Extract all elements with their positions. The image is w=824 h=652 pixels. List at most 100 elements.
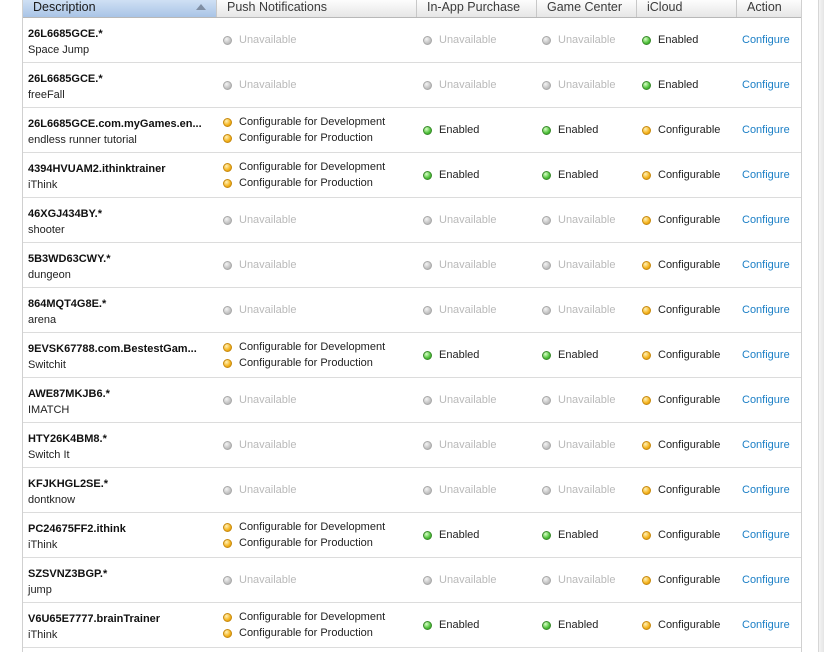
column-header-iap[interactable]: In-App Purchase [417, 0, 537, 17]
configure-link[interactable]: Configure [742, 484, 790, 496]
status-label: Unavailable [558, 394, 616, 406]
table-body: 26L6685GCE.* Space Jump Unavailable Unavail… [23, 18, 801, 648]
table-row[interactable]: 46XGJ434BY.* shooter Unavailable Unavailabl… [23, 198, 801, 243]
app-id-label: 864MQT4G8E.* [28, 298, 107, 310]
game-center-cell: Unavailable [542, 558, 638, 602]
app-id-label: 26L6685GCE.* [28, 73, 103, 85]
status-label: Unavailable [239, 214, 297, 226]
table-row[interactable]: 5B3WD63CWY.* dungeon Unavailable Unavailabl… [23, 243, 801, 288]
status-dot-icon [223, 629, 232, 638]
status-dot-icon [423, 441, 432, 450]
scrollbar[interactable] [818, 0, 824, 652]
app-id-label: 26L6685GCE.* [28, 28, 103, 40]
configure-link[interactable]: Configure [742, 304, 790, 316]
configure-link[interactable]: Configure [742, 34, 790, 46]
description-cell: KFJKHGL2SE.* dontknow [28, 468, 218, 512]
status-dot-icon [423, 261, 432, 270]
configure-link[interactable]: Configure [742, 259, 790, 271]
status-dot-icon [423, 36, 432, 45]
status-label: Enabled [439, 529, 480, 541]
status-dot-icon [542, 36, 551, 45]
table-row[interactable]: 26L6685GCE.* freeFall Unavailable Unavailab… [23, 63, 801, 108]
description-cell: 26L6685GCE.com.myGames.en... endless runn… [28, 108, 218, 152]
status-dot-icon [542, 576, 551, 585]
configure-link[interactable]: Configure [742, 79, 790, 91]
column-header-push[interactable]: Push Notifications [217, 0, 417, 17]
column-header-description[interactable]: Description [23, 0, 217, 17]
table-row[interactable]: 26L6685GCE.* Space Jump Unavailable Unavail… [23, 18, 801, 63]
app-name-label: Space Jump [28, 44, 90, 56]
app-ids-window: Description Push Notifications In-App Pu… [0, 0, 824, 652]
table-row[interactable]: 26L6685GCE.com.myGames.en... endless runn… [23, 108, 801, 153]
status-dot-icon [423, 126, 432, 135]
push-notifications-cell: Unavailable [223, 423, 421, 467]
app-name-label: Switch It [28, 449, 70, 461]
configure-link[interactable]: Configure [742, 619, 790, 631]
in-app-purchase-cell: Enabled [423, 108, 541, 152]
description-cell: PC24675FF2.ithink iThink [28, 513, 218, 557]
action-cell: Configure [742, 333, 800, 377]
description-cell: SZSVNZ3BGP.* jump [28, 558, 218, 602]
status-dot-icon [423, 306, 432, 315]
column-header-game-center[interactable]: Game Center [537, 0, 637, 17]
app-id-label: KFJKHGL2SE.* [28, 478, 109, 490]
app-name-label: arena [28, 314, 57, 326]
push-notifications-cell: Unavailable [223, 468, 421, 512]
status-label: Enabled [558, 169, 599, 181]
status-dot-icon [223, 486, 232, 495]
table-row[interactable]: HTY26K4BM8.* Switch It Unavailable Unavaila… [23, 423, 801, 468]
table-row[interactable]: 864MQT4G8E.* arena Unavailable Unavailable U… [23, 288, 801, 333]
action-cell: Configure [742, 108, 800, 152]
in-app-purchase-cell: Unavailable [423, 288, 541, 332]
app-id-label: HTY26K4BM8.* [28, 433, 107, 445]
action-cell: Configure [742, 513, 800, 557]
status-dot-icon [223, 576, 232, 585]
table-row[interactable]: 4394HVUAM2.ithinktrainer iThink Configurab… [23, 153, 801, 198]
table-row[interactable]: AWE87MKJB6.* IMATCH Unavailable Unavailable… [23, 378, 801, 423]
status-label: Unavailable [558, 439, 616, 451]
status-label: Configurable for Production [239, 627, 373, 639]
status-dot-icon [642, 126, 651, 135]
table-row[interactable]: SZSVNZ3BGP.* jump Unavailable Unavailable Un… [23, 558, 801, 603]
configure-link[interactable]: Configure [742, 529, 790, 541]
status-dot-icon [223, 539, 232, 548]
status-label: Unavailable [239, 34, 297, 46]
status-dot-icon [642, 36, 651, 45]
icloud-cell: Enabled [642, 63, 740, 107]
column-header-icloud[interactable]: iCloud [637, 0, 737, 17]
game-center-cell: Unavailable [542, 468, 638, 512]
push-notifications-cell: Unavailable [223, 243, 421, 287]
status-label: Unavailable [558, 34, 616, 46]
icloud-cell: Configurable [642, 153, 740, 197]
status-label: Configurable [658, 259, 721, 271]
status-dot-icon [223, 613, 232, 622]
status-dot-icon [423, 396, 432, 405]
table-row[interactable]: 9EVSK67788.com.BestestGam... Switchit Conf… [23, 333, 801, 378]
status-label: Enabled [558, 529, 599, 541]
status-dot-icon [223, 261, 232, 270]
configure-link[interactable]: Configure [742, 214, 790, 226]
configure-link[interactable]: Configure [742, 124, 790, 136]
status-dot-icon [542, 486, 551, 495]
status-label: Configurable for Development [239, 341, 386, 353]
in-app-purchase-cell: Unavailable [423, 18, 541, 62]
in-app-purchase-cell: Unavailable [423, 558, 541, 602]
status-label: Configurable [658, 439, 721, 451]
left-gutter [0, 0, 22, 652]
table-row[interactable]: KFJKHGL2SE.* dontknow Unavailable Unavailab… [23, 468, 801, 513]
configure-link[interactable]: Configure [742, 169, 790, 181]
in-app-purchase-cell: Enabled [423, 513, 541, 557]
configure-link[interactable]: Configure [742, 349, 790, 361]
status-dot-icon [542, 531, 551, 540]
status-dot-icon [542, 351, 551, 360]
icloud-cell: Configurable [642, 603, 740, 647]
configure-link[interactable]: Configure [742, 439, 790, 451]
game-center-cell: Enabled [542, 153, 638, 197]
configure-link[interactable]: Configure [742, 574, 790, 586]
table-row[interactable]: V6U65E7777.brainTrainer iThink Configurabl… [23, 603, 801, 648]
app-name-label: freeFall [28, 89, 65, 101]
configure-link[interactable]: Configure [742, 394, 790, 406]
in-app-purchase-cell: Unavailable [423, 243, 541, 287]
table-row[interactable]: PC24675FF2.ithink iThink Configurable for … [23, 513, 801, 558]
action-cell: Configure [742, 198, 800, 242]
